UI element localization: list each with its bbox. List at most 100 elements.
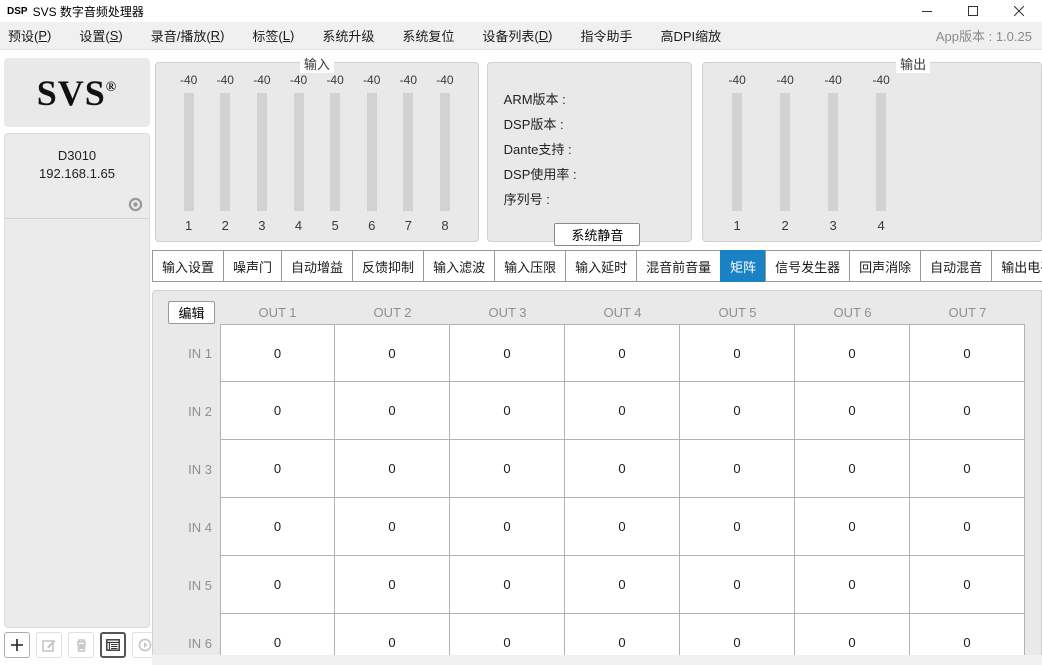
matrix-cell[interactable]: 0 [335,498,450,556]
menu-item-系统复位[interactable]: 系统复位 [388,22,468,49]
menu-item-录音/播放[interactable]: 录音/播放(R) [137,22,239,49]
tab-混音前音量[interactable]: 混音前音量 [636,250,721,282]
matrix-cell[interactable]: 0 [910,556,1025,614]
add-icon [10,638,24,652]
matrix-cell[interactable]: 0 [450,440,565,498]
locate-device-icon[interactable] [128,197,143,212]
matrix-cell[interactable]: 0 [795,498,910,556]
device-list-item[interactable]: D3010 192.168.1.65 [5,134,149,219]
meter-channel-number: 4 [878,218,885,233]
matrix-row-header: IN 3 [153,440,220,498]
matrix-cell[interactable]: 0 [680,382,795,440]
meter-level-label: -40 [436,71,453,89]
input-meters: -401-402-403-404-405-406-407-408 [156,63,478,233]
matrix-cell[interactable]: 0 [220,382,335,440]
menu-item-预设[interactable]: 预设(P) [0,22,65,49]
matrix-cell[interactable]: 0 [220,324,335,382]
app-icon: DSP [7,6,28,17]
menu-item-标签[interactable]: 标签(L) [238,22,308,49]
tab-自动增益[interactable]: 自动增益 [281,250,353,282]
minimize-button[interactable] [904,0,950,22]
matrix-cell[interactable]: 0 [680,556,795,614]
matrix-cell[interactable]: 0 [565,556,680,614]
matrix-cell[interactable]: 0 [335,324,450,382]
matrix-cell[interactable]: 0 [565,324,680,382]
matrix-cell[interactable]: 0 [680,614,795,657]
tab-输入压限[interactable]: 输入压限 [494,250,566,282]
matrix-column-header: OUT 7 [910,300,1025,324]
matrix-cell[interactable]: 0 [565,498,680,556]
matrix-cell[interactable]: 0 [795,382,910,440]
matrix-cell[interactable]: 0 [335,382,450,440]
meter-channel-number: 7 [405,218,412,233]
matrix-cell[interactable]: 0 [795,324,910,382]
tab-反馈抑制[interactable]: 反馈抑制 [352,250,424,282]
tab-输出电平[interactable]: 输出电平 [991,250,1042,282]
menu-item-高DPI缩放[interactable]: 高DPI缩放 [646,22,735,49]
menu-item-系统升级[interactable]: 系统升级 [308,22,388,49]
add-device-button[interactable] [4,632,30,658]
matrix-column-header: OUT 5 [680,300,795,324]
matrix-cell[interactable]: 0 [565,614,680,657]
matrix-cell[interactable]: 0 [335,614,450,657]
info-field-label: ARM版本 : [504,89,692,114]
matrix-cell[interactable]: 0 [910,440,1025,498]
meter-channel-number: 5 [331,218,338,233]
tab-输入设置[interactable]: 输入设置 [152,250,224,282]
input-meter-channel-4: -404 [290,71,307,233]
device-list-device-button[interactable] [100,632,126,658]
edit-device-button [36,632,62,658]
matrix-cell[interactable]: 0 [565,440,680,498]
meter-channel-number: 1 [734,218,741,233]
matrix-cell[interactable]: 0 [680,324,795,382]
tab-输入滤波[interactable]: 输入滤波 [423,250,495,282]
matrix-panel: 编辑OUT 1OUT 2OUT 3OUT 4OUT 5OUT 6OUT 7IN … [152,290,1042,657]
maximize-button[interactable] [950,0,996,22]
matrix-cell[interactable]: 0 [680,498,795,556]
menu-item-指令助手[interactable]: 指令助手 [566,22,646,49]
input-meter-channel-8: -408 [436,71,453,233]
matrix-edit-button[interactable]: 编辑 [168,301,215,324]
tab-噪声门[interactable]: 噪声门 [223,250,282,282]
matrix-cell[interactable]: 0 [450,382,565,440]
meter-channel-number: 4 [295,218,302,233]
matrix-cell[interactable]: 0 [335,440,450,498]
tab-矩阵[interactable]: 矩阵 [720,250,766,282]
matrix-cell[interactable]: 0 [910,614,1025,657]
matrix-cell[interactable]: 0 [680,440,795,498]
matrix-cell[interactable]: 0 [795,440,910,498]
input-meter-channel-5: -405 [326,71,343,233]
matrix-cell[interactable]: 0 [450,614,565,657]
menu-bar: 预设(P)设置(S)录音/播放(R)标签(L)系统升级系统复位设备列表(D)指令… [0,22,1042,50]
tab-回声消除[interactable]: 回声消除 [849,250,921,282]
tab-输入延时[interactable]: 输入延时 [565,250,637,282]
matrix-cell[interactable]: 0 [910,324,1025,382]
matrix-cell[interactable]: 0 [450,556,565,614]
matrix-cell[interactable]: 0 [220,614,335,657]
horizontal-scrollbar[interactable] [152,655,1042,665]
matrix-cell[interactable]: 0 [910,382,1025,440]
matrix-cell[interactable]: 0 [565,382,680,440]
menu-item-设置[interactable]: 设置(S) [65,22,136,49]
matrix-grid: 编辑OUT 1OUT 2OUT 3OUT 4OUT 5OUT 6OUT 7IN … [153,300,1025,657]
matrix-cell[interactable]: 0 [450,324,565,382]
matrix-cell[interactable]: 0 [335,556,450,614]
menu-item-设备列表[interactable]: 设备列表(D) [468,22,566,49]
matrix-cell[interactable]: 0 [450,498,565,556]
matrix-cell[interactable]: 0 [220,498,335,556]
input-meter-channel-1: -401 [180,71,197,233]
level-meter-bar [828,93,838,211]
matrix-cell[interactable]: 0 [220,440,335,498]
matrix-cell[interactable]: 0 [220,556,335,614]
matrix-cell[interactable]: 0 [795,556,910,614]
close-button[interactable] [996,0,1042,22]
device-sidebar: SVS® D3010 192.168.1.65 [0,50,152,665]
matrix-cell[interactable]: 0 [910,498,1025,556]
tab-信号发生器[interactable]: 信号发生器 [765,250,850,282]
matrix-cell[interactable]: 0 [795,614,910,657]
input-meter-channel-3: -403 [253,71,270,233]
system-mute-button[interactable]: 系统静音 [554,223,640,246]
tab-自动混音[interactable]: 自动混音 [920,250,992,282]
matrix-corner: 编辑 [153,300,220,324]
meter-channel-number: 3 [258,218,265,233]
